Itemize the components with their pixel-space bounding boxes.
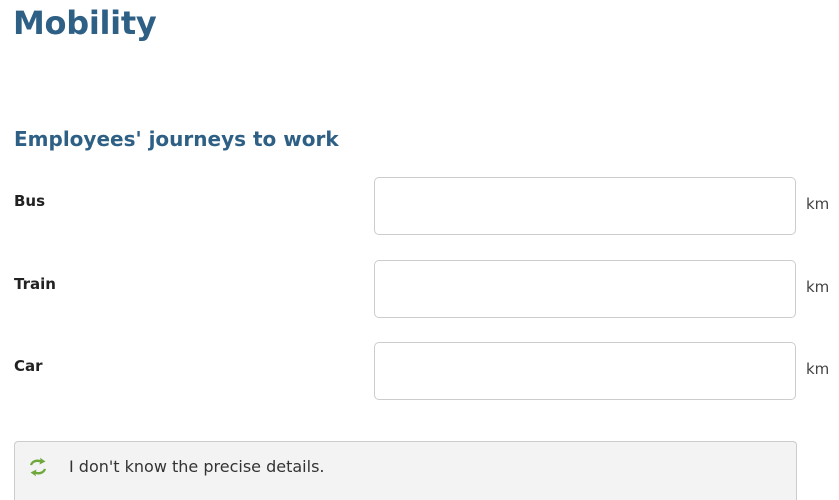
bus-unit: km	[806, 195, 830, 213]
train-row: Train km	[0, 260, 839, 320]
page-title: Mobility	[13, 4, 157, 42]
unknown-details-toggle[interactable]: I don't know the precise details.	[14, 441, 797, 500]
train-label: Train	[14, 275, 56, 293]
bus-km-input[interactable]	[374, 177, 796, 235]
section-title: Employees' journeys to work	[14, 127, 339, 151]
car-label: Car	[14, 357, 43, 375]
refresh-arrows-icon	[27, 457, 49, 477]
train-km-input[interactable]	[374, 260, 796, 318]
bus-row: Bus km	[0, 177, 839, 237]
car-unit: km	[806, 360, 830, 378]
mobility-page: Mobility Employees' journeys to work Bus…	[0, 0, 839, 500]
bus-label: Bus	[14, 192, 46, 210]
unknown-details-label: I don't know the precise details.	[69, 457, 325, 476]
train-unit: km	[806, 278, 830, 296]
car-km-input[interactable]	[374, 342, 796, 400]
car-row: Car km	[0, 342, 839, 402]
